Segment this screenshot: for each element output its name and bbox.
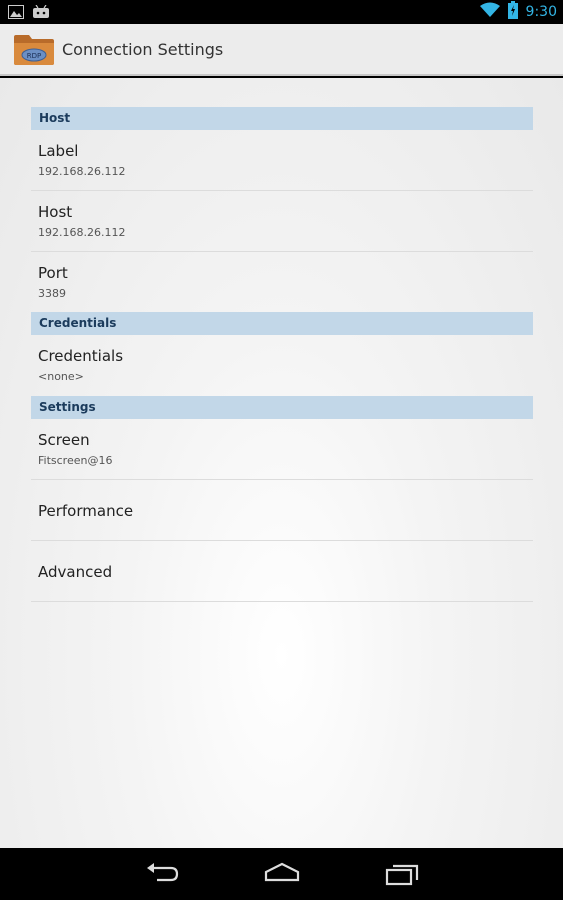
pref-advanced-title: Advanced <box>38 563 113 581</box>
pref-label-summary: 192.168.26.112 <box>38 165 126 178</box>
status-bar: 9:30 <box>0 0 563 24</box>
pref-screen-title: Screen <box>38 431 90 449</box>
action-bar: RDP Connection Settings <box>0 24 563 76</box>
settings-content[interactable]: Host Label 192.168.26.112 Host 192.168.2… <box>0 78 563 848</box>
pref-host[interactable]: Host 192.168.26.112 <box>31 191 533 252</box>
status-time: 9:30 <box>525 4 557 20</box>
pref-screen-summary: Fitscreen@16 <box>38 454 113 467</box>
back-icon[interactable] <box>143 860 183 888</box>
pref-port-title: Port <box>38 264 68 282</box>
pref-credentials-summary: <none> <box>38 370 84 383</box>
navigation-bar <box>0 848 563 900</box>
pref-label[interactable]: Label 192.168.26.112 <box>31 130 533 191</box>
wifi-icon <box>479 2 500 22</box>
rdp-folder-icon[interactable]: RDP <box>12 31 56 67</box>
android-icon <box>32 4 50 23</box>
recent-apps-icon[interactable] <box>382 860 422 888</box>
pref-host-summary: 192.168.26.112 <box>38 226 126 239</box>
pref-port-summary: 3389 <box>38 287 66 300</box>
pref-performance[interactable]: Performance <box>31 480 533 541</box>
pref-label-title: Label <box>38 142 79 160</box>
pref-port[interactable]: Port 3389 <box>31 252 533 312</box>
pref-screen[interactable]: Screen Fitscreen@16 <box>31 419 533 480</box>
pref-performance-title: Performance <box>38 502 134 520</box>
section-header-host: Host <box>31 107 533 130</box>
page-title: Connection Settings <box>62 39 224 59</box>
pref-host-title: Host <box>38 203 73 221</box>
section-header-credentials: Credentials <box>31 312 533 335</box>
status-notifications <box>8 4 50 23</box>
section-header-settings: Settings <box>31 396 533 419</box>
pref-credentials[interactable]: Credentials <none> <box>31 335 533 396</box>
preference-list: Host Label 192.168.26.112 Host 192.168.2… <box>31 107 533 602</box>
home-icon[interactable] <box>262 860 302 888</box>
status-indicators: 9:30 <box>479 1 557 23</box>
pref-credentials-title: Credentials <box>38 347 124 365</box>
app-icon-text: RDP <box>27 52 41 60</box>
picture-icon <box>8 4 24 23</box>
battery-icon <box>507 1 518 23</box>
pref-advanced[interactable]: Advanced <box>31 541 533 602</box>
